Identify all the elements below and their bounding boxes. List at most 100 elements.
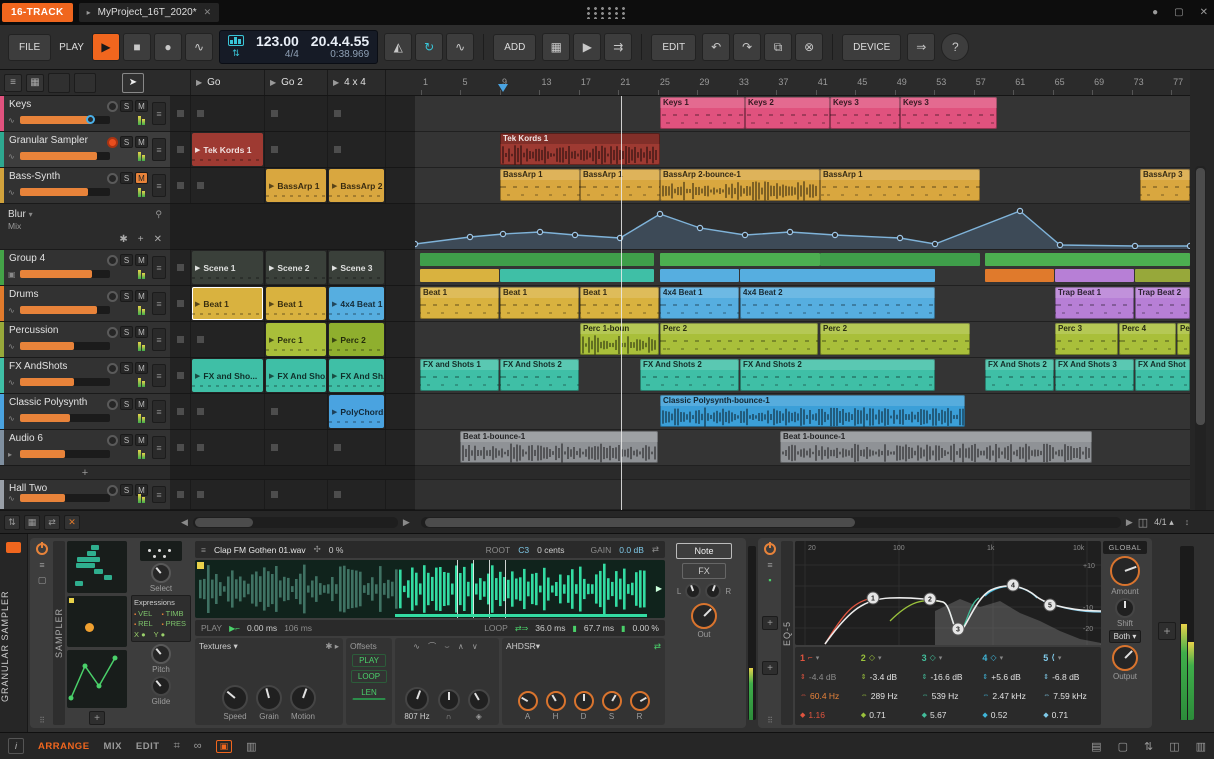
launcher-cell[interactable]: ▶ PolyChords xyxy=(328,394,386,429)
eq-band-select[interactable]: 3 ◇ ▾ xyxy=(919,653,978,663)
browser-bars-button[interactable]: ▦ xyxy=(542,33,571,61)
eq-band-gain[interactable]: ⇕ -16.6 dB xyxy=(919,672,978,682)
track-row[interactable]: Group 4 ▣ S M ≡ xyxy=(0,250,170,286)
launcher-cell[interactable] xyxy=(328,132,386,167)
solo-button[interactable]: S xyxy=(120,290,133,302)
loop-fade-value[interactable]: 0.00 % xyxy=(633,623,659,633)
io-panel-icon[interactable]: ⇅ xyxy=(1144,740,1153,753)
track-volume-bar[interactable] xyxy=(20,414,110,422)
solo-button[interactable]: S xyxy=(120,326,133,338)
track-menu-button[interactable]: ≡ xyxy=(152,174,166,197)
pan-left-knob[interactable] xyxy=(685,583,702,599)
expand-icon[interactable]: ↕ xyxy=(1180,517,1195,527)
cents-value[interactable]: 0 cents xyxy=(537,545,564,555)
launcher-scroll-left[interactable]: ◀ xyxy=(176,517,193,528)
group-mini-clip[interactable] xyxy=(985,253,1190,266)
track-volume-bar[interactable] xyxy=(20,152,110,160)
sampler-remote-icon[interactable]: ▢ xyxy=(38,575,47,586)
launcher-clip[interactable]: ▶ Scene 2 xyxy=(266,251,326,284)
grain-shape-icons[interactable]: ∿ ⌒ ⌣ ∧ ∨ xyxy=(399,641,495,652)
arranger-clip[interactable]: 4x4 Beat 2 xyxy=(740,287,935,319)
launcher-cell[interactable] xyxy=(265,132,328,167)
arranger-clip[interactable]: Classic Polysynth-bounce-1 xyxy=(660,395,965,427)
track-row[interactable]: Percussion ∿ S M ≡ xyxy=(0,322,170,358)
track-row[interactable]: Granular Sampler ∿ S M ≡ xyxy=(0,132,170,168)
arranger-clip[interactable]: FX And Shot xyxy=(1135,359,1190,391)
arranger-clip[interactable]: BassArp 1 xyxy=(580,169,660,201)
launcher-cell[interactable]: ▶ BassArp 2 xyxy=(328,168,386,203)
env-r-knob[interactable] xyxy=(629,691,650,711)
track-row[interactable]: Classic Polysynth ∿ S M ≡ xyxy=(0,394,170,430)
mute-button[interactable]: M xyxy=(135,100,148,112)
launcher-cell[interactable] xyxy=(191,480,265,509)
play-length-value[interactable]: 106 ms xyxy=(284,623,312,633)
group-mini-clip[interactable] xyxy=(500,269,654,282)
song-time[interactable]: 0:38.969 xyxy=(330,49,369,60)
grid-view-icon[interactable]: ▦ xyxy=(26,73,44,92)
loop-mode-icon[interactable]: ⇄⇒ xyxy=(515,624,528,633)
track-name[interactable]: Bass-Synth xyxy=(9,171,60,182)
track-name[interactable]: Classic Polysynth xyxy=(9,397,87,408)
track-menu-button[interactable]: ≡ xyxy=(152,486,166,503)
mute-button[interactable]: M xyxy=(135,290,148,302)
launcher-cell[interactable]: ▶ Scene 1 xyxy=(191,250,265,285)
automation-param-select[interactable]: Blur ▾ xyxy=(8,209,33,220)
eq-slot-add-1[interactable]: + xyxy=(762,616,778,630)
mute-button[interactable]: M xyxy=(135,136,148,148)
stop-button[interactable] xyxy=(170,480,191,509)
automation-remove-button[interactable]: ✕ xyxy=(154,234,162,245)
random-display[interactable] xyxy=(140,541,182,561)
note-tab-button[interactable]: Note xyxy=(676,543,732,559)
eq-shift-knob[interactable] xyxy=(1115,598,1135,618)
metronome-button[interactable]: ◭ xyxy=(384,33,413,61)
launcher-clip[interactable]: ▶ Scene 3 xyxy=(329,251,384,284)
solo-button[interactable]: S xyxy=(120,434,133,446)
group-mini-clip[interactable] xyxy=(420,269,499,282)
group-mini-clip[interactable] xyxy=(660,269,739,282)
insert-device-button[interactable]: ⇒ xyxy=(907,33,936,61)
track-row[interactable]: Keys ∿ S M ≡ xyxy=(0,96,170,132)
stop-button[interactable] xyxy=(170,394,191,429)
track-menu-button[interactable]: ≡ xyxy=(152,256,166,279)
launcher-clip[interactable]: ▶ Beat 1 xyxy=(192,287,263,320)
swap-view-icon[interactable]: ⇅ xyxy=(4,514,20,530)
launcher-cell[interactable] xyxy=(328,480,386,509)
arranger-clip[interactable]: FX And Shots 2 xyxy=(500,359,579,391)
view-tab-edit[interactable]: EDIT xyxy=(136,741,160,752)
launcher-cell[interactable]: ▶ Scene 2 xyxy=(265,250,328,285)
arm-button[interactable] xyxy=(107,398,118,410)
expression-pres[interactable]: PRES xyxy=(162,619,189,628)
launcher-clip[interactable]: ▶FX And Sho... xyxy=(266,359,326,392)
arranger-scroll-right[interactable]: ▶ xyxy=(1121,517,1138,528)
add-track-button[interactable]: + xyxy=(0,466,170,480)
eq-band-q[interactable]: ◆ 5.67 xyxy=(919,710,978,720)
track-menu-button[interactable]: ≡ xyxy=(152,400,166,423)
file-button[interactable]: FILE xyxy=(8,33,52,61)
launcher-clip[interactable]: ▶ Perc 2 xyxy=(329,323,384,356)
ahdsr-label[interactable]: AHDSR▾ xyxy=(506,641,540,652)
mute-button[interactable]: M xyxy=(135,398,148,410)
arranger-clip[interactable]: FX And Shots 2 xyxy=(740,359,935,391)
track-menu-button[interactable]: ≡ xyxy=(152,436,166,459)
launcher-clip[interactable]: ▶ PolyChords xyxy=(329,395,384,428)
arranger-clip[interactable]: Beat 1 xyxy=(420,287,499,319)
arranger-clip[interactable]: BassArp 3 xyxy=(1140,169,1190,201)
arranger-ruler[interactable]: 1 5 9 13 17 21 25 29 33 37 41 45 49 53 57 61 65 69 73 77 xyxy=(415,70,1190,96)
automation-write-button[interactable]: ∿ xyxy=(184,33,213,61)
track-name[interactable]: Drums xyxy=(9,289,38,300)
arranger-clip[interactable]: Perc 2 xyxy=(660,323,818,355)
arranger-clip[interactable]: Trap Beat 2 xyxy=(1135,287,1190,319)
device-button[interactable]: DEVICE xyxy=(842,33,902,61)
play-menu-label[interactable]: PLAY xyxy=(57,42,86,53)
launcher-cell[interactable] xyxy=(265,480,328,509)
launcher-clip[interactable]: ▶ Perc 1 xyxy=(266,323,326,356)
expression-vel[interactable]: VEL xyxy=(134,609,161,618)
play-button[interactable]: ▶ xyxy=(91,33,120,61)
track-menu-button[interactable]: ≡ xyxy=(152,102,166,125)
glide-knob[interactable] xyxy=(151,676,171,696)
fx-tab-button[interactable]: FX xyxy=(682,563,726,579)
close-launcher-icon[interactable]: ✕ xyxy=(64,514,80,530)
sampler-power-button[interactable] xyxy=(36,542,48,555)
scene-header-2[interactable]: ▶ Go 2 xyxy=(265,70,328,95)
track-name[interactable]: Granular Sampler xyxy=(9,135,88,146)
